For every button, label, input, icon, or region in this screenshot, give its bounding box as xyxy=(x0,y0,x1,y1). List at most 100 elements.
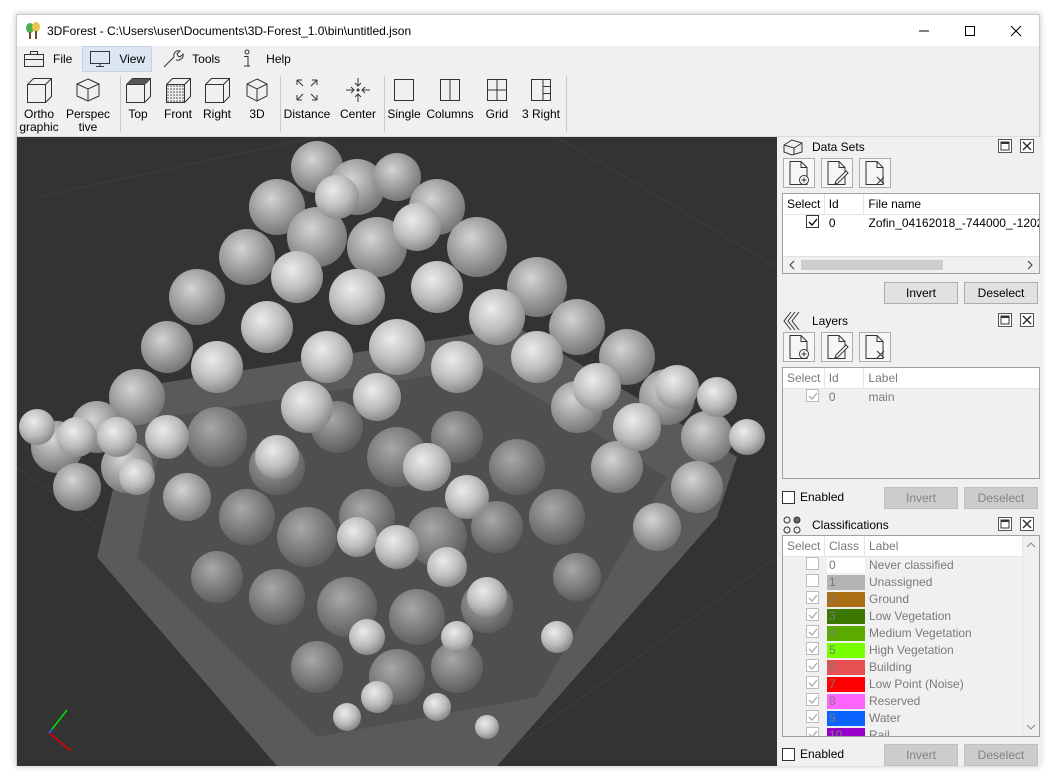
table-row[interactable]: 0 main xyxy=(783,389,1039,406)
view-right-button[interactable]: Right xyxy=(200,74,234,134)
layers-float-button[interactable] xyxy=(998,313,1012,327)
table-row[interactable]: 5 High Vegetation xyxy=(783,642,1039,659)
menu-help[interactable]: Help xyxy=(230,46,297,72)
class-select-checkbox[interactable] xyxy=(806,557,819,570)
3d-viewport[interactable] xyxy=(17,137,777,766)
datasets-header-file[interactable]: File name xyxy=(864,194,1039,215)
class-select-checkbox[interactable] xyxy=(806,727,819,736)
distance-label: Distance xyxy=(283,107,331,121)
classifications-rows: 0 Never classified 1 Unassigned 2 Ground 3 Low … xyxy=(783,557,1039,736)
class-color-swatch: 1 xyxy=(827,575,865,590)
table-row[interactable]: 3 Low Vegetation xyxy=(783,608,1039,625)
monitor-icon xyxy=(90,51,111,67)
classifications-header-class[interactable]: Class xyxy=(825,536,865,557)
class-select-checkbox[interactable] xyxy=(806,591,819,604)
layers-invert-button[interactable]: Invert xyxy=(884,487,958,509)
classifications-header-select[interactable]: Select xyxy=(783,536,825,557)
view-toolbar: Ortho graphic Perspec tive Top Front Rig… xyxy=(17,72,1039,137)
view-3d-button[interactable]: 3D xyxy=(243,74,271,134)
table-row[interactable]: 0 Zofin_04162018_-744000_-1202250 xyxy=(783,215,1039,232)
right-label: Right xyxy=(202,107,231,121)
three-right-label: 3 Right xyxy=(521,107,561,121)
class-select-checkbox[interactable] xyxy=(806,608,819,621)
layers-add-button[interactable] xyxy=(783,332,815,362)
layers-close-button[interactable] xyxy=(1020,313,1034,327)
classifications-float-button[interactable] xyxy=(998,517,1012,531)
layers-header-id[interactable]: Id xyxy=(825,368,865,389)
layout-single-button[interactable]: Single xyxy=(387,74,421,134)
datasets-header-select[interactable]: Select xyxy=(783,194,825,215)
layout-columns-button[interactable]: Columns xyxy=(426,74,474,134)
class-select-checkbox[interactable] xyxy=(806,693,819,706)
layer-id: 0 xyxy=(828,390,836,404)
layers-enabled-toggle[interactable]: Enabled xyxy=(782,490,844,504)
table-row[interactable]: 8 Reserved xyxy=(783,693,1039,710)
class-select-checkbox[interactable] xyxy=(806,659,819,672)
layers-enabled-checkbox[interactable] xyxy=(782,490,795,504)
center-button[interactable]: Center xyxy=(337,74,379,134)
table-row[interactable]: 10 Rail xyxy=(783,727,1039,736)
scroll-down-icon xyxy=(1026,724,1036,730)
menu-tools[interactable]: Tools xyxy=(156,46,226,72)
check-icon xyxy=(808,730,818,736)
layer-select-checkbox[interactable] xyxy=(806,389,819,402)
cube-3d-icon xyxy=(246,78,268,102)
layout-3right-button[interactable]: 3 Right xyxy=(520,74,562,134)
class-select-checkbox[interactable] xyxy=(806,574,819,587)
datasets-scroll-thumb[interactable] xyxy=(801,260,943,270)
classifications-panel-header: Classifications xyxy=(778,515,1040,535)
minimize-button[interactable] xyxy=(901,15,947,46)
layers-deselect-button[interactable]: Deselect xyxy=(964,487,1038,509)
class-select-checkbox[interactable] xyxy=(806,642,819,655)
classifications-invert-button[interactable]: Invert xyxy=(884,744,958,766)
dataset-select-checkbox[interactable] xyxy=(806,215,819,228)
expand-arrows-icon xyxy=(296,79,318,101)
class-select-checkbox[interactable] xyxy=(806,710,819,723)
close-button[interactable] xyxy=(993,15,1039,46)
datasets-hscrollbar[interactable] xyxy=(783,256,1039,273)
ortho-label-2: graphic xyxy=(19,120,59,134)
table-row[interactable]: 6 Building xyxy=(783,659,1039,676)
classifications-deselect-button[interactable]: Deselect xyxy=(964,744,1038,766)
classifications-enabled-toggle[interactable]: Enabled xyxy=(782,747,844,761)
classifications-close-button[interactable] xyxy=(1020,517,1034,531)
table-row[interactable]: 0 Never classified xyxy=(783,557,1039,574)
layers-edit-button[interactable] xyxy=(821,332,853,362)
maximize-button[interactable] xyxy=(947,15,993,46)
datasets-close-button[interactable] xyxy=(1020,139,1034,153)
view-front-button[interactable]: Front xyxy=(160,74,196,134)
table-row[interactable]: 9 Water xyxy=(783,710,1039,727)
datasets-deselect-button[interactable]: Deselect xyxy=(964,282,1038,304)
class-select-checkbox[interactable] xyxy=(806,625,819,638)
view-top-button[interactable]: Top xyxy=(123,74,153,134)
layers-remove-button[interactable] xyxy=(859,332,891,362)
menu-view[interactable]: View xyxy=(82,46,153,72)
perspective-button[interactable]: Perspec tive xyxy=(65,74,111,134)
table-row[interactable]: 1 Unassigned xyxy=(783,574,1039,591)
table-row[interactable]: 2 Ground xyxy=(783,591,1039,608)
menu-file-label: File xyxy=(53,52,73,66)
datasets-add-button[interactable] xyxy=(783,158,815,188)
datasets-edit-button[interactable] xyxy=(821,158,853,188)
file-add-icon xyxy=(789,335,809,359)
layout-grid-button[interactable]: Grid xyxy=(482,74,512,134)
table-row[interactable]: 4 Medium Vegetation xyxy=(783,625,1039,642)
zoom-distance-button[interactable]: Distance xyxy=(283,74,331,134)
datasets-remove-button[interactable] xyxy=(859,158,891,188)
classifications-header-label[interactable]: Label xyxy=(865,536,1023,557)
datasets-invert-button[interactable]: Invert xyxy=(884,282,958,304)
classifications-vscrollbar[interactable] xyxy=(1022,536,1039,736)
class-select-checkbox[interactable] xyxy=(806,676,819,689)
menu-file[interactable]: File xyxy=(17,46,78,72)
layers-panel-header: Layers xyxy=(778,311,1040,331)
classifications-enabled-checkbox[interactable] xyxy=(782,747,795,761)
dataset-file: Zofin_04162018_-744000_-1202250 xyxy=(868,216,1039,230)
float-icon xyxy=(1000,141,1010,151)
layers-header-select[interactable]: Select xyxy=(783,368,825,389)
datasets-float-button[interactable] xyxy=(998,139,1012,153)
table-row[interactable]: 7 Low Point (Noise) xyxy=(783,676,1039,693)
orthographic-button[interactable]: Ortho graphic xyxy=(19,74,59,134)
layers-header-label[interactable]: Label xyxy=(864,368,1039,389)
datasets-header-id[interactable]: Id xyxy=(825,194,865,215)
info-icon xyxy=(244,49,251,67)
